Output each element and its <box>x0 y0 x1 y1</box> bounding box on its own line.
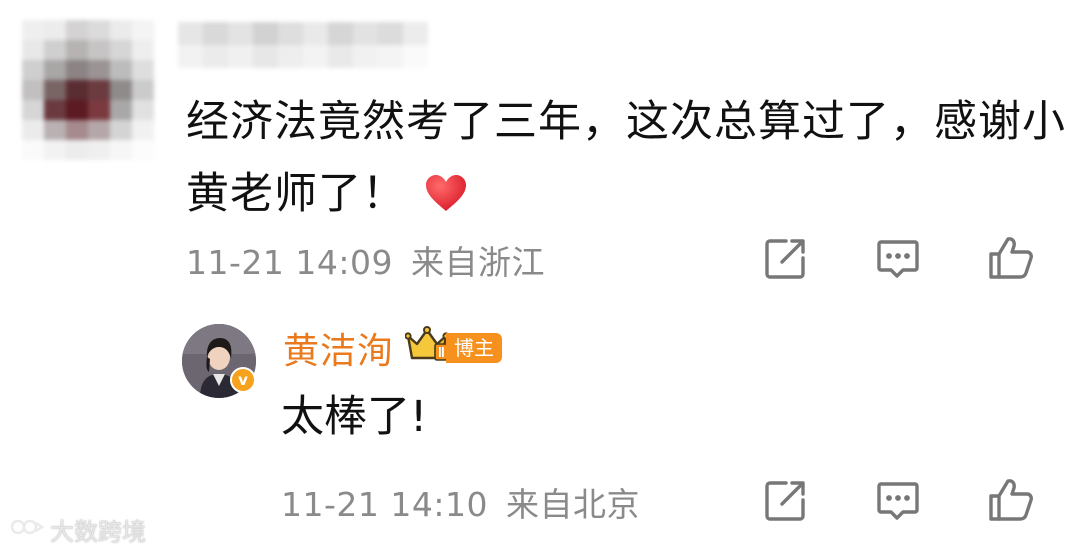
watermark-text: 大数跨境 <box>50 518 146 546</box>
comment-body: 经济法竟然考了三年，这次总算过了，感谢小黄老师了！ <box>186 97 1066 219</box>
reply-text: 太棒了! <box>281 392 428 442</box>
author-name[interactable]: 黄洁洵 <box>283 322 394 374</box>
reply-meta: 11-21 14:10 来自北京 <box>281 478 640 526</box>
like-thumb-icon[interactable] <box>987 234 1033 280</box>
comment-location: 来自浙江 <box>410 243 545 282</box>
comment-timestamp: 11-21 14:09 <box>186 243 393 282</box>
reply-timestamp: 11-21 14:10 <box>281 485 488 524</box>
crown-level-icon <box>404 326 450 368</box>
reply-location: 来自北京 <box>505 485 640 524</box>
comment-text: 经济法竟然考了三年，这次总算过了，感谢小黄老师了！ <box>186 86 1066 235</box>
comment-icon[interactable] <box>875 478 921 524</box>
avatar-blurred[interactable] <box>22 20 154 160</box>
comment-icon[interactable] <box>875 236 921 282</box>
like-thumb-icon[interactable] <box>987 476 1033 522</box>
share-edit-icon[interactable] <box>762 236 808 282</box>
comment-meta: 11-21 14:09 来自浙江 <box>186 236 545 284</box>
share-edit-icon[interactable] <box>762 478 808 524</box>
watermark-logo-icon <box>10 515 45 545</box>
username-blurred[interactable] <box>178 22 428 68</box>
heart-emoji-icon <box>424 163 468 235</box>
watermark: 大数跨境 <box>10 512 146 547</box>
role-badge: 博主 <box>446 333 502 363</box>
verified-v-badge-icon: v <box>230 367 256 393</box>
